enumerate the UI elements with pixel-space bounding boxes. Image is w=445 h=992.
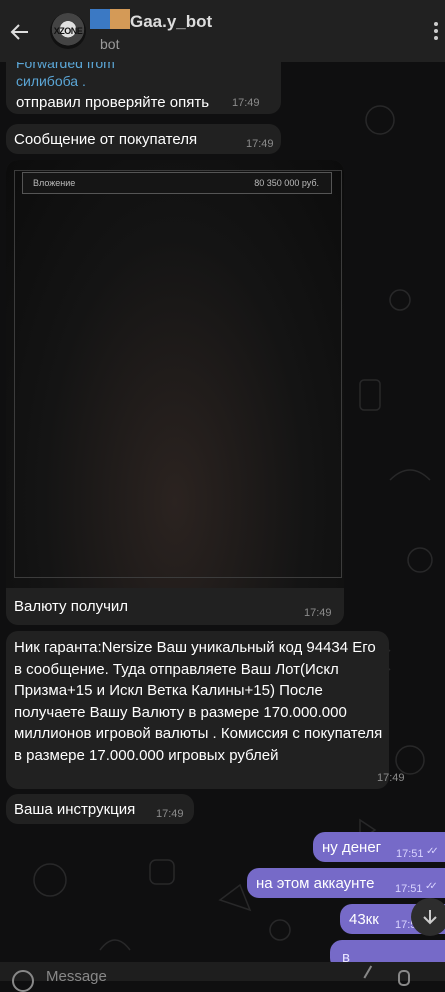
- message-time: 17:49: [304, 607, 332, 619]
- attachment-amount: 80 350 000 руб.: [254, 178, 319, 188]
- message-text: на этом аккаунте: [256, 875, 375, 892]
- incoming-message[interactable]: Ник гаранта:Nersize Ваш уникальный код 9…: [6, 631, 405, 789]
- incoming-message[interactable]: Сообщение от покупателя 17:49: [6, 124, 281, 154]
- message-text: Ваша инструкция: [14, 801, 136, 818]
- chat-header: XZONE Gaa.y_bot bot: [0, 0, 445, 62]
- message-time: 17:49: [232, 97, 260, 109]
- message-text: ну денег: [322, 839, 382, 856]
- attachment-label: Вложение: [33, 178, 76, 188]
- message-text: Сообщение от покупателя: [14, 131, 198, 148]
- message-input[interactable]: Message: [46, 968, 107, 985]
- chat-title[interactable]: Gaa.y_bot: [130, 12, 212, 32]
- attachment-bar: Вложение 80 350 000 руб.: [22, 172, 332, 194]
- microphone-icon[interactable]: [398, 970, 410, 986]
- title-redaction: [90, 9, 130, 29]
- message-text: Ник гаранта:Nersize Ваш уникальный код 9…: [14, 639, 383, 764]
- read-checkmarks-icon: ✓✓: [425, 881, 438, 892]
- outgoing-message[interactable]: ну денег 17:51 ✓✓: [313, 832, 445, 862]
- incoming-message[interactable]: Ваша инструкция 17:49: [6, 794, 194, 824]
- message-time: 17:51: [396, 848, 424, 860]
- photo-caption: Валюту получил: [14, 598, 129, 615]
- message-text: 43кк: [349, 911, 379, 928]
- photo-attachment[interactable]: Вложение 80 350 000 руб.: [6, 160, 344, 588]
- message-time: 17:49: [156, 808, 184, 820]
- more-menu-icon[interactable]: [433, 22, 439, 42]
- back-arrow-icon[interactable]: [8, 20, 32, 44]
- scroll-down-button[interactable]: [411, 898, 445, 936]
- emoji-icon[interactable]: [12, 970, 34, 992]
- incoming-message-forwarded[interactable]: Forwarded from силибоба . отправил прове…: [6, 55, 281, 114]
- attach-clip-icon[interactable]: [363, 965, 383, 985]
- arrow-down-icon: [423, 910, 437, 925]
- message-time: 17:49: [377, 772, 405, 784]
- photo-frame: [14, 170, 342, 578]
- message-composer[interactable]: Message: [0, 962, 445, 992]
- forwarded-sender-name[interactable]: силибоба .: [16, 72, 115, 90]
- message-text: отправил проверяйте опять: [16, 94, 210, 111]
- message-time: 17:51: [395, 883, 423, 895]
- message-time: 17:49: [246, 138, 274, 150]
- incoming-photo-message[interactable]: Вложение 80 350 000 руб. Валюту получил …: [6, 160, 344, 625]
- read-checkmarks-icon: ✓✓: [426, 846, 439, 857]
- chat-subtitle: bot: [100, 36, 120, 52]
- avatar[interactable]: XZONE: [50, 13, 86, 49]
- outgoing-message[interactable]: на этом аккаунте 17:51 ✓✓: [247, 868, 445, 898]
